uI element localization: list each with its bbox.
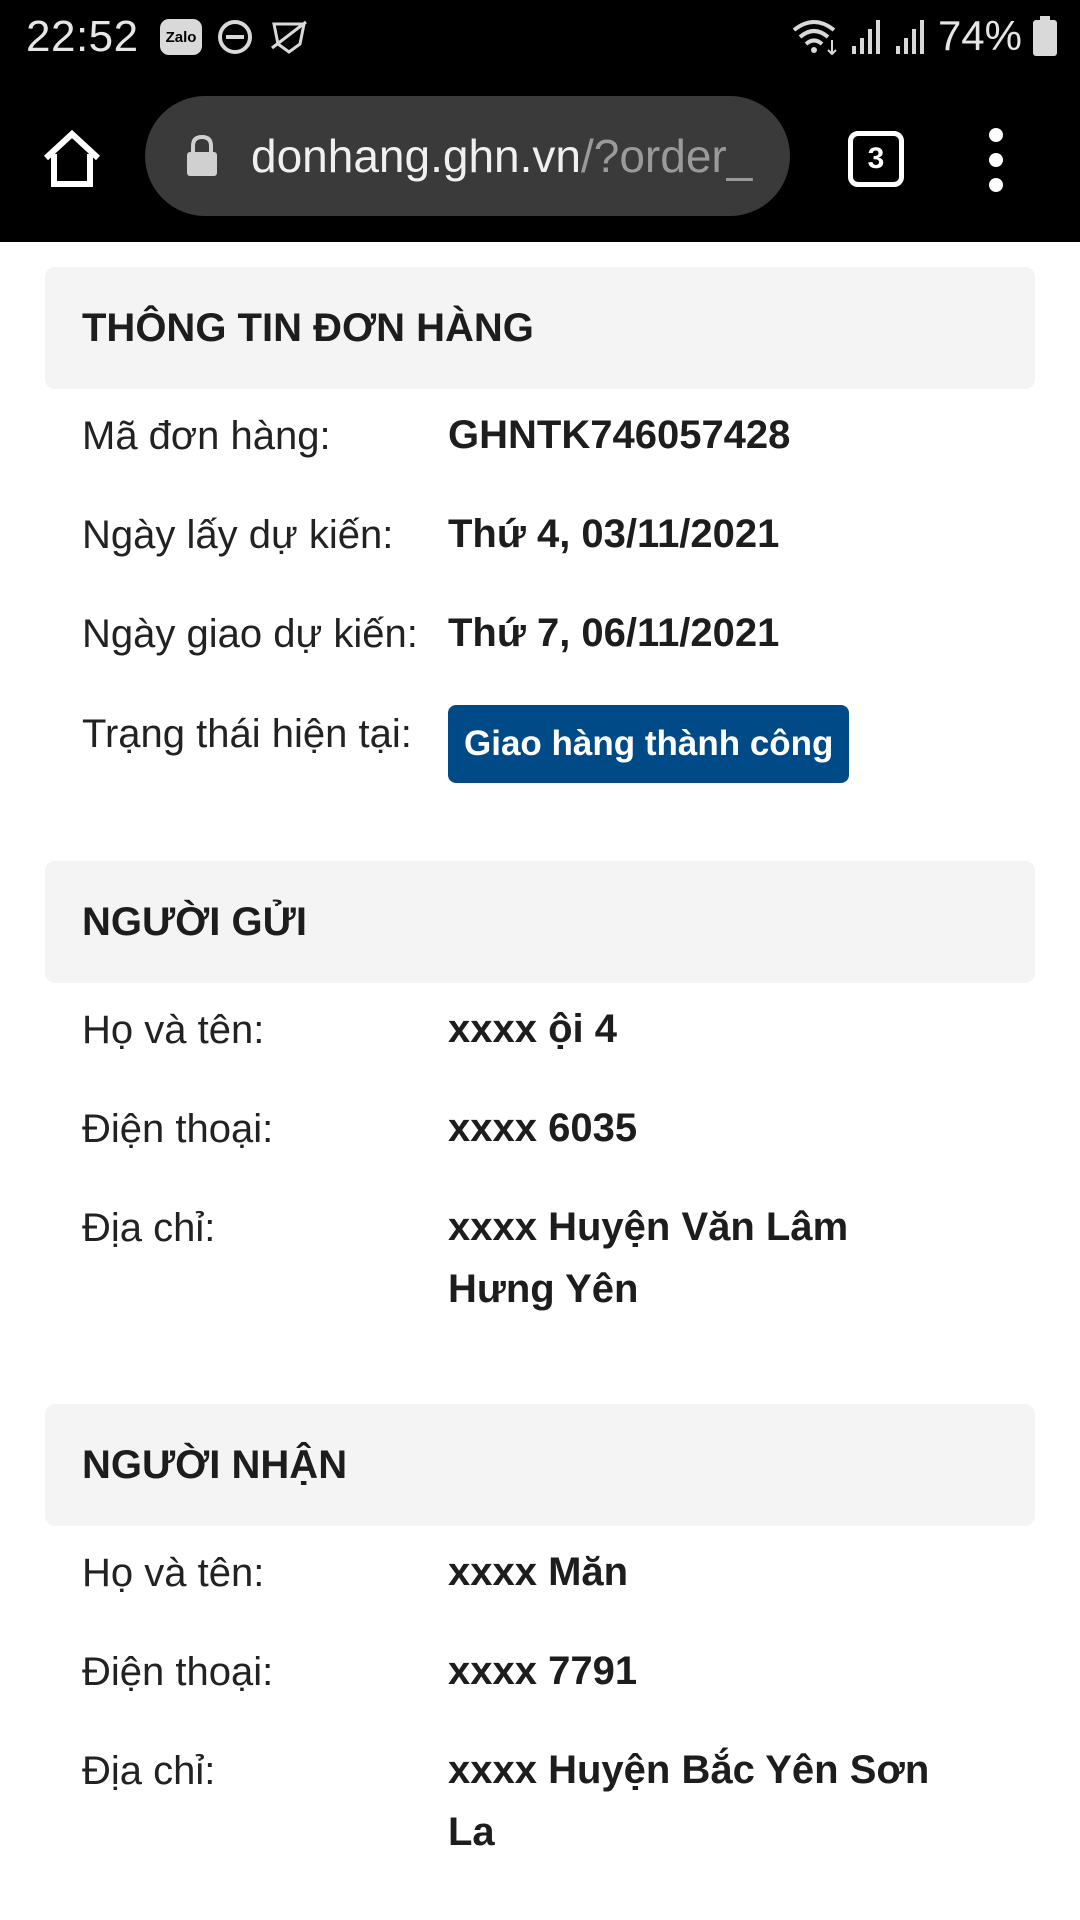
sender-phone-label: Điện thoại: — [82, 1107, 274, 1151]
sender-header: NGƯỜI GỬI — [45, 861, 1035, 983]
battery-percent: 74% — [937, 12, 1022, 59]
wifi-icon — [792, 20, 837, 56]
notification-icons: Zalo — [160, 18, 310, 56]
status-badge: Giao hàng thành công — [448, 705, 850, 783]
receiver-address-label: Địa chỉ: — [82, 1749, 216, 1793]
order-info-title: THÔNG TIN ĐƠN HÀNG — [82, 305, 534, 350]
receiver-address-line1: xxxx Huyện Bắc Yên Sơn — [448, 1748, 930, 1792]
order-info-header: THÔNG TIN ĐƠN HÀNG — [45, 267, 1035, 389]
current-status-label: Trạng thái hiện tại: — [82, 712, 412, 756]
order-code-value: GHNTK746057428 — [448, 413, 791, 457]
lock-icon — [187, 134, 217, 176]
signal-icon — [851, 20, 880, 54]
signal-icon-2 — [895, 20, 924, 54]
home-icon[interactable] — [40, 126, 104, 190]
receiver-name-label: Họ và tên: — [82, 1551, 265, 1595]
receiver-name-value: xxxx Măn — [448, 1550, 629, 1594]
receiver-header: NGƯỜI NHẬN — [45, 1404, 1035, 1526]
pickup-date-label: Ngày lấy dự kiến: — [82, 513, 394, 557]
order-code-label: Mã đơn hàng: — [82, 414, 331, 458]
tab-switcher-button[interactable]: 3 — [848, 131, 904, 187]
url-bar[interactable]: donhang.ghn.vn/?order_ — [145, 96, 790, 216]
url-text: donhang.ghn.vn/?order_ — [251, 129, 771, 183]
sender-address-label: Địa chỉ: — [82, 1206, 216, 1250]
delivery-date-label: Ngày giao dự kiến: — [82, 612, 418, 656]
shield-icon — [271, 20, 307, 54]
battery-icon — [1033, 16, 1057, 56]
status-right: 74% — [790, 12, 1058, 60]
sender-name-value: xxxx ội 4 — [448, 1007, 618, 1051]
browser-toolbar: donhang.ghn.vn/?order_ 3 — [0, 76, 1080, 242]
receiver-address-line2: La — [448, 1810, 495, 1854]
sender-address-line2: Hưng Yên — [448, 1267, 639, 1311]
receiver-phone-value: xxxx 7791 — [448, 1649, 638, 1693]
sender-title: NGƯỜI GỬI — [82, 899, 307, 944]
tab-count: 3 — [867, 142, 885, 175]
sender-address-line1: xxxx Huyện Văn Lâm — [448, 1205, 849, 1249]
receiver-phone-label: Điện thoại: — [82, 1650, 274, 1694]
dnd-icon — [218, 20, 252, 54]
status-bar: 22:52 Zalo 74% — [0, 0, 1080, 76]
pickup-date-value: Thứ 4, 03/11/2021 — [448, 512, 780, 556]
url-domain: donhang.ghn.vn — [251, 130, 581, 182]
clock: 22:52 — [26, 12, 139, 61]
sender-name-label: Họ và tên: — [82, 1008, 265, 1052]
overflow-menu-icon[interactable] — [980, 128, 1012, 192]
delivery-date-value: Thứ 7, 06/11/2021 — [448, 611, 780, 655]
sender-phone-value: xxxx 6035 — [448, 1106, 638, 1150]
receiver-title: NGƯỜI NHẬN — [82, 1442, 348, 1487]
url-path: /?order_ — [580, 130, 753, 182]
zalo-icon: Zalo — [160, 19, 202, 55]
